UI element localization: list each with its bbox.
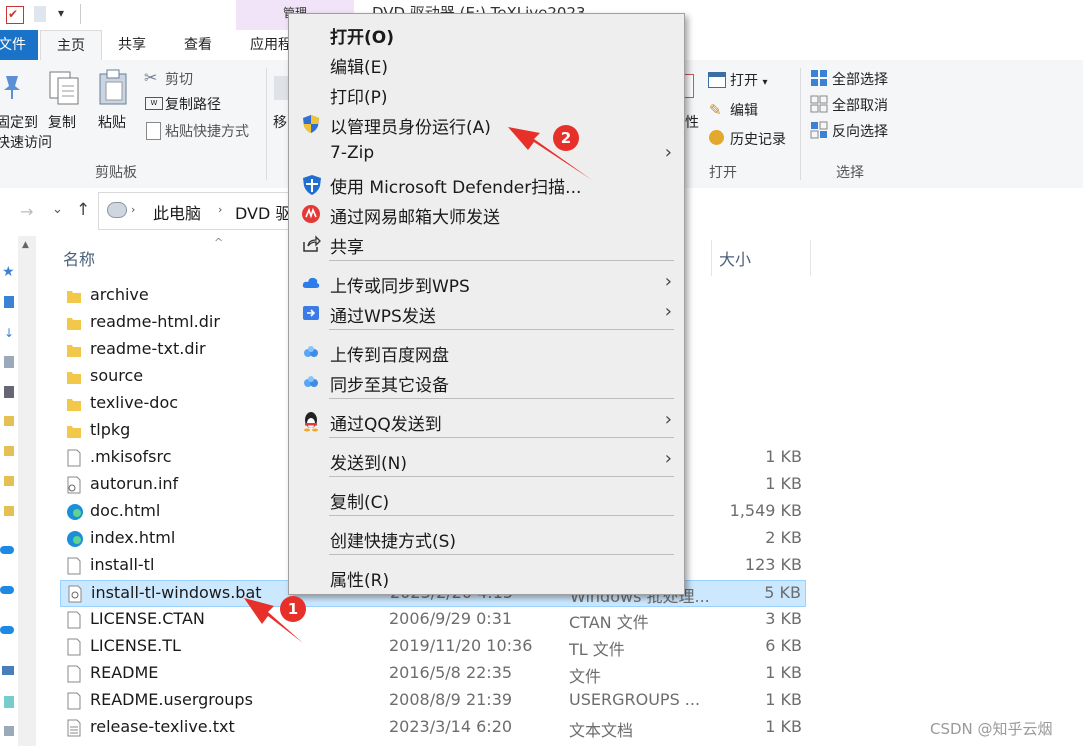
watermark: CSDN @知乎云烟 bbox=[930, 720, 1053, 738]
annotation-arrow-2 bbox=[508, 127, 592, 180]
annotation-badge-2: 2 bbox=[553, 125, 579, 151]
annotation-badge-1: 1 bbox=[280, 596, 306, 622]
annotation-layer bbox=[244, 127, 592, 643]
